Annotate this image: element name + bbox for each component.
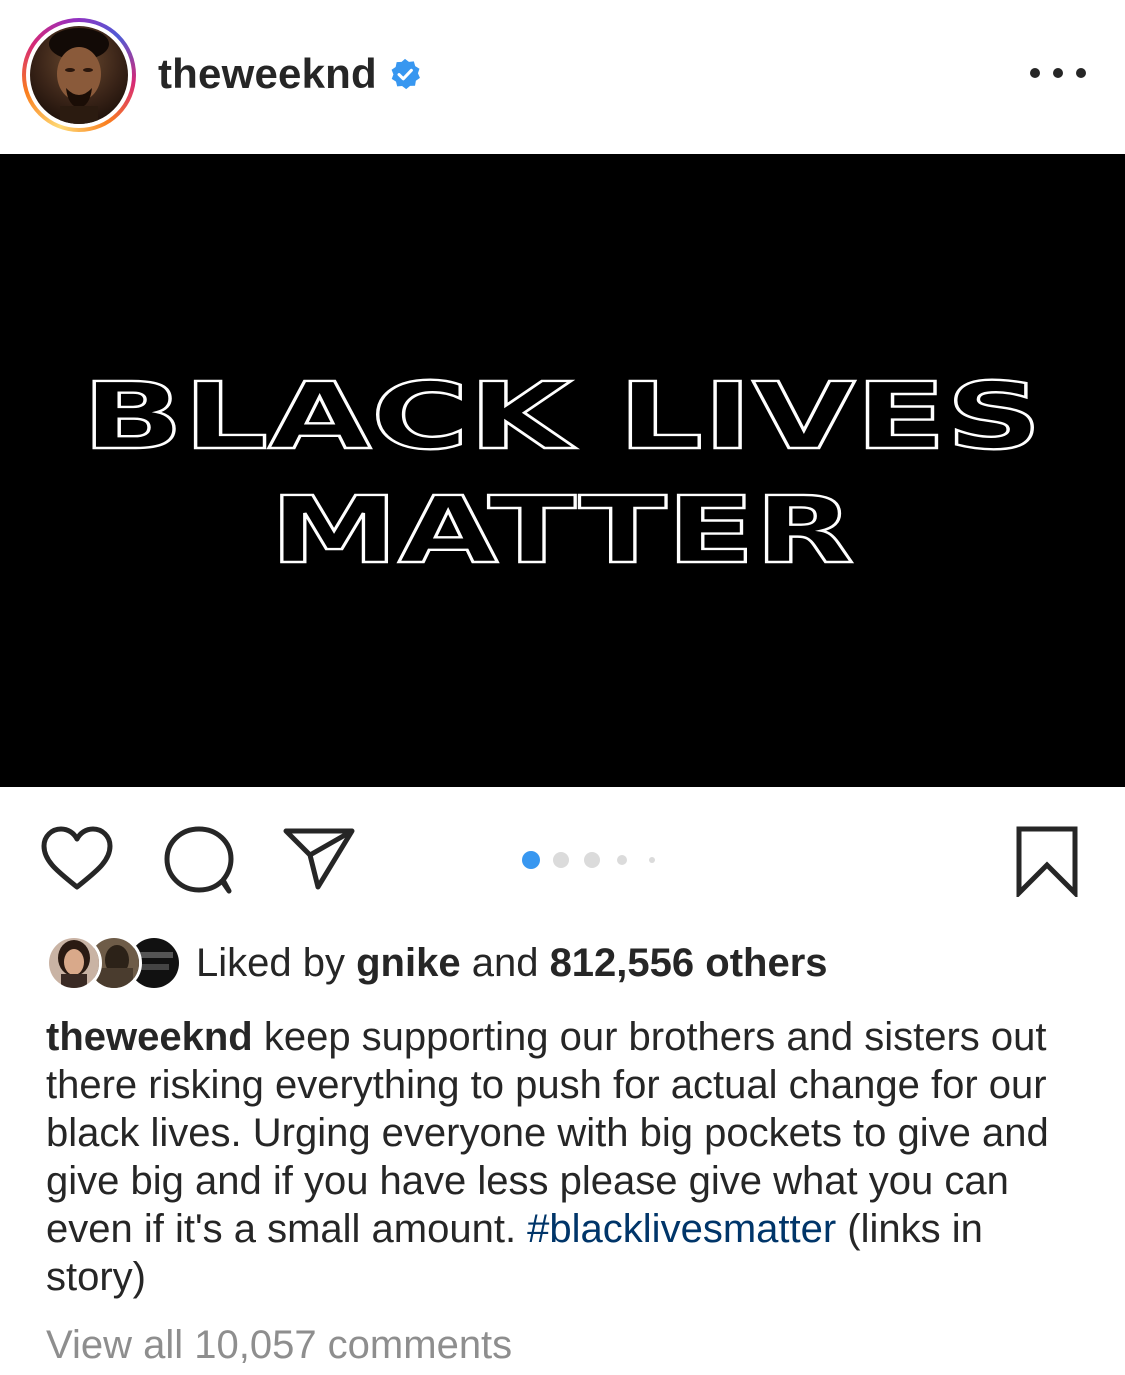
liker-avatar[interactable]	[46, 935, 102, 991]
carousel-dot-active	[522, 851, 540, 869]
carousel-dot	[617, 855, 627, 865]
profile-avatar[interactable]	[30, 26, 128, 124]
carousel-dot	[584, 852, 600, 868]
comment-icon[interactable]	[162, 825, 236, 895]
likes-summary: Liked by gnike and 812,556 others	[46, 935, 1106, 991]
liker-username[interactable]: gnike	[356, 941, 460, 985]
verified-badge-icon	[388, 58, 422, 92]
view-all-comments-link[interactable]: View all 10,057 comments	[46, 1320, 512, 1370]
send-icon[interactable]	[282, 825, 356, 891]
carousel-indicator	[522, 849, 662, 869]
caption-username[interactable]: theweeknd	[46, 1015, 253, 1059]
caption-hashtag[interactable]: #blacklivesmatter	[527, 1207, 836, 1251]
media-text-line1: BLACK LIVES	[82, 363, 1042, 470]
media-text-line2: MATTER	[270, 477, 854, 584]
likes-count[interactable]: 812,556 others	[550, 941, 828, 985]
post-username[interactable]: theweeknd	[158, 48, 377, 100]
story-ring[interactable]	[22, 18, 136, 132]
carousel-dot	[553, 852, 569, 868]
post-header: theweeknd	[0, 0, 1125, 154]
bookmark-icon[interactable]	[1014, 825, 1080, 900]
carousel-dot	[649, 857, 655, 863]
post-image[interactable]: BLACK LIVES MATTER	[0, 154, 1125, 787]
action-bar	[0, 787, 1125, 927]
more-options-icon[interactable]	[1030, 55, 1086, 91]
likes-text: Liked by gnike and 812,556 others	[196, 941, 828, 985]
post-caption: theweeknd keep supporting our brothers a…	[46, 1013, 1086, 1301]
heart-icon[interactable]	[40, 825, 114, 893]
